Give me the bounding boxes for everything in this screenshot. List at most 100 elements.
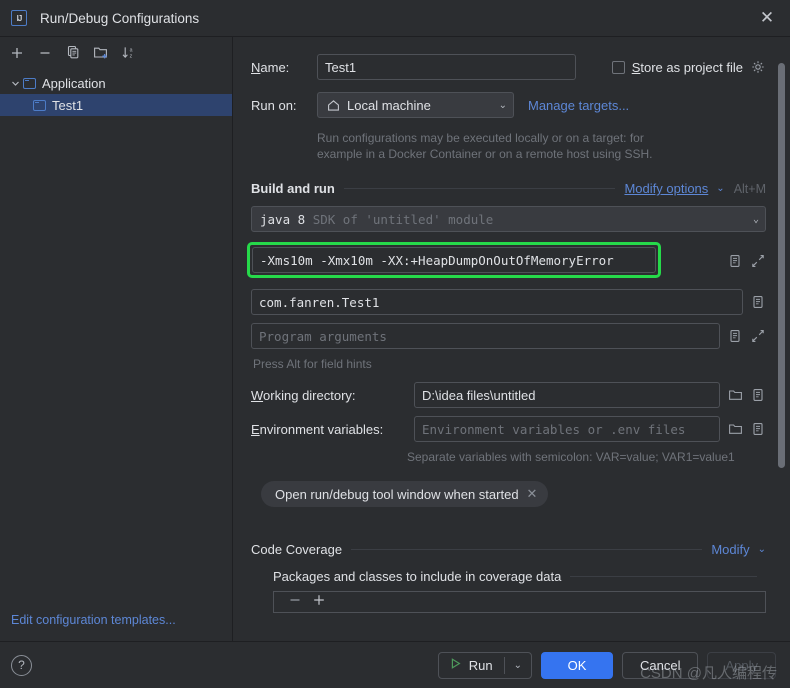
- chevron-down-icon[interactable]: ⌄: [505, 660, 531, 671]
- environment-variables-row: Environment variables: Environment varia…: [251, 416, 766, 442]
- chevron-down-icon[interactable]: ⌄: [750, 544, 766, 555]
- browse-folder-icon[interactable]: [727, 421, 743, 437]
- help-button[interactable]: ?: [11, 654, 32, 676]
- close-icon[interactable]: ✕: [527, 486, 538, 502]
- name-input[interactable]: Test1: [317, 54, 576, 80]
- environment-variables-input[interactable]: Environment variables or .env files: [414, 416, 720, 442]
- run-on-label: Run on:: [251, 97, 297, 113]
- expand-arrows-icon[interactable]: [750, 328, 766, 344]
- manage-targets-link[interactable]: Manage targets...: [528, 98, 629, 113]
- coverage-remove-button[interactable]: [288, 593, 302, 612]
- chevron-down-icon[interactable]: ⌄: [491, 100, 507, 111]
- store-as-project-file-group: Store as project file: [611, 59, 766, 75]
- chevron-down-icon[interactable]: ⌄: [745, 214, 759, 225]
- tree-item-label: Test1: [52, 97, 84, 113]
- configurations-sidebar: a z Application Test1 Edit configuration…: [0, 37, 233, 641]
- expand-editor-icon[interactable]: [750, 294, 766, 310]
- working-directory-input[interactable]: D:\idea files\untitled: [414, 382, 720, 408]
- footer-buttons: Run ⌄ OK Cancel Apply: [437, 651, 776, 679]
- sdk-value: java 8 SDK of 'untitled' module: [260, 212, 745, 227]
- build-and-run-title: Build and run: [251, 181, 335, 196]
- modify-options-link[interactable]: Modify options: [624, 181, 708, 196]
- coverage-packages-header: Packages and classes to include in cover…: [273, 569, 766, 584]
- run-on-dropdown[interactable]: Local machine ⌄: [317, 92, 514, 118]
- sdk-name: java 8: [260, 211, 306, 227]
- run-on-row: Run on: Local machine ⌄ Manage targets..…: [251, 92, 766, 118]
- vm-options-row: -Xms10m -Xmx10m -XX:+HeapDumpOnOutOfMemo…: [247, 240, 766, 281]
- application-icon: [33, 99, 46, 111]
- tree-item-label: Application: [42, 75, 106, 91]
- expand-editor-icon[interactable]: [727, 253, 743, 269]
- expand-editor-icon[interactable]: [727, 328, 743, 344]
- code-coverage-header: Code Coverage Modify ⌄: [251, 542, 766, 557]
- run-debug-configurations-dialog: IJ Run/Debug Configurations ✕ a z Applic…: [0, 0, 790, 688]
- open-tool-window-chip[interactable]: Open run/debug tool window when started …: [261, 481, 549, 507]
- add-configuration-button[interactable]: [4, 40, 30, 65]
- chevron-down-icon[interactable]: ⌄: [708, 183, 724, 194]
- run-on-hint-line-1: Run configurations may be executed local…: [317, 131, 644, 145]
- run-on-hint: Run configurations may be executed local…: [317, 130, 766, 162]
- run-button-label: Run: [468, 657, 493, 673]
- expand-editor-icon[interactable]: [750, 387, 766, 403]
- press-alt-hint: Press Alt for field hints: [253, 357, 372, 371]
- sdk-description: SDK of 'untitled' module: [312, 211, 494, 227]
- chip-label: Open run/debug tool window when started: [275, 486, 519, 502]
- vm-options-highlight: -Xms10m -Xmx10m -XX:+HeapDumpOnOutOfMemo…: [247, 242, 661, 278]
- tree-item-test1[interactable]: Test1: [0, 94, 232, 116]
- dialog-body: a z Application Test1 Edit configuration…: [0, 37, 790, 641]
- dialog-title: Run/Debug Configurations: [40, 10, 200, 26]
- gear-icon[interactable]: [750, 59, 766, 75]
- chevron-down-icon[interactable]: [8, 79, 23, 88]
- run-button[interactable]: Run ⌄: [437, 651, 532, 679]
- coverage-packages-toolbar: [273, 591, 766, 613]
- build-and-run-header: Build and run Modify options ⌄ Alt+M: [251, 181, 766, 196]
- section-divider: [570, 576, 757, 577]
- browse-folder-icon[interactable]: [727, 387, 743, 403]
- working-directory-label: Working directory:: [251, 387, 356, 403]
- main-class-input[interactable]: com.fanren.Test1: [251, 289, 743, 315]
- configuration-editor-panel: Name: Test1 Store as project file Run on…: [233, 37, 790, 641]
- name-row: Name: Test1 Store as project file: [251, 54, 766, 80]
- sidebar-toolbar: a z: [0, 37, 232, 68]
- section-divider: [343, 188, 616, 189]
- ok-button[interactable]: OK: [541, 651, 613, 679]
- new-folder-button[interactable]: [88, 40, 114, 65]
- store-as-project-file-label: Store as project file: [631, 59, 743, 75]
- program-arguments-input[interactable]: Program arguments: [251, 323, 720, 349]
- main-class-row: com.fanren.Test1: [251, 289, 766, 315]
- apply-button: Apply: [707, 651, 776, 679]
- remove-configuration-button[interactable]: [32, 40, 58, 65]
- expand-editor-icon[interactable]: [750, 421, 766, 437]
- edit-configuration-templates-link[interactable]: Edit configuration templates...: [0, 613, 232, 641]
- environment-variables-label: Environment variables:: [251, 421, 384, 437]
- close-icon[interactable]: ✕: [754, 5, 780, 31]
- title-bar: IJ Run/Debug Configurations ✕: [0, 0, 790, 37]
- modify-options-shortcut: Alt+M: [733, 181, 766, 196]
- coverage-add-button[interactable]: [312, 593, 326, 612]
- run-button-main[interactable]: Run: [439, 653, 504, 678]
- expand-arrows-icon[interactable]: [750, 253, 766, 269]
- coverage-packages-group: Packages and classes to include in cover…: [273, 569, 766, 613]
- home-icon: [326, 97, 341, 113]
- run-on-hint-line-2: example in a Docker Container or on a re…: [317, 147, 653, 161]
- dialog-footer: ? Run ⌄ OK Cancel Apply CSDN @凡人编程传: [0, 641, 790, 688]
- copy-configuration-button[interactable]: [60, 40, 86, 65]
- vertical-scrollbar[interactable]: [778, 63, 785, 468]
- tree-item-application[interactable]: Application: [0, 72, 232, 94]
- working-directory-row: Working directory: D:\idea files\untitle…: [251, 382, 766, 408]
- section-divider: [351, 549, 703, 550]
- code-coverage-modify-link[interactable]: Modify: [711, 542, 749, 557]
- configurations-tree: Application Test1: [0, 68, 232, 613]
- sort-configurations-button[interactable]: a z: [116, 40, 142, 65]
- env-separator-hint: Separate variables with semicolon: VAR=v…: [407, 450, 735, 464]
- sdk-dropdown[interactable]: java 8 SDK of 'untitled' module ⌄: [251, 206, 766, 232]
- store-as-project-file-checkbox[interactable]: [611, 60, 625, 74]
- code-coverage-title: Code Coverage: [251, 542, 343, 557]
- cancel-button[interactable]: Cancel: [622, 651, 699, 679]
- vm-options-input[interactable]: -Xms10m -Xmx10m -XX:+HeapDumpOnOutOfMemo…: [252, 247, 656, 273]
- intellij-logo-icon: IJ: [11, 10, 27, 26]
- application-icon: [23, 77, 36, 89]
- run-on-value: Local machine: [347, 97, 431, 113]
- svg-text:z: z: [130, 53, 133, 59]
- sdk-row: java 8 SDK of 'untitled' module ⌄: [251, 206, 766, 232]
